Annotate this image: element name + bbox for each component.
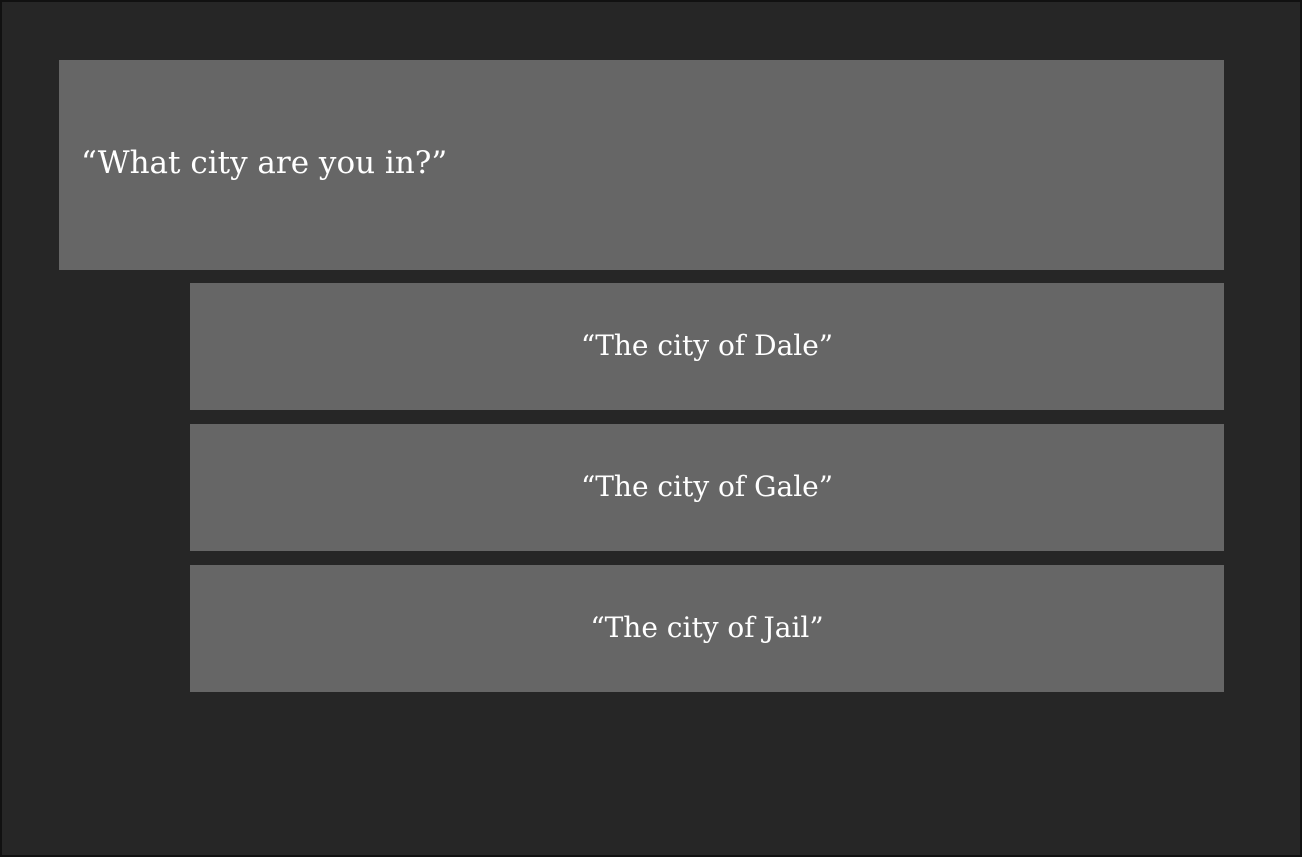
dialog-prompt-box: “What city are you in?” (59, 60, 1224, 270)
dialog-option-label: “The city of Jail” (590, 611, 824, 644)
dialog-option-label: “The city of Gale” (580, 470, 834, 503)
dialog-option-jail[interactable]: “The city of Jail” (190, 565, 1224, 692)
dialog-option-dale[interactable]: “The city of Dale” (190, 283, 1224, 410)
dialog-option-label: “The city of Dale” (580, 329, 834, 362)
dialog-prompt-text: “What city are you in?” (81, 145, 448, 181)
dialog-option-gale[interactable]: “The city of Gale” (190, 424, 1224, 551)
dialog-window: “What city are you in?” “The city of Dal… (0, 0, 1302, 857)
